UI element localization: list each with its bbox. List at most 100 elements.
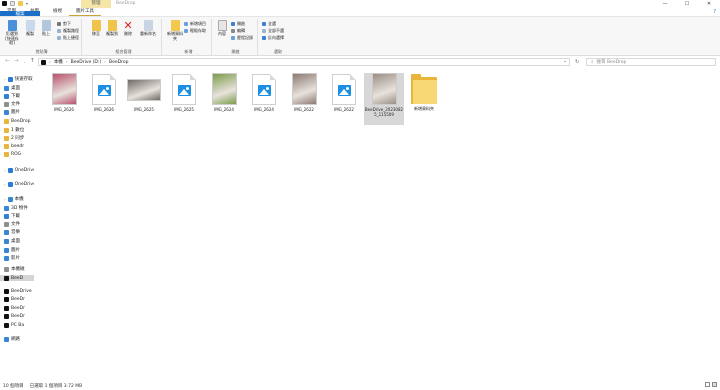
select-all-icon	[262, 21, 266, 26]
breadcrumb-drive[interactable]: BeeDrive (D:)	[71, 60, 102, 65]
file-item[interactable]: IMG_2626	[84, 73, 124, 121]
breadcrumb-beedrop[interactable]: BeeDrop	[109, 60, 128, 65]
file-item[interactable]: IMG_2625	[164, 73, 204, 121]
file-name: IMG_2626	[54, 107, 74, 112]
nav-item[interactable]: BeeDr	[4, 313, 25, 319]
expand-chevron-icon[interactable]: ›	[4, 182, 6, 187]
file-item[interactable]: BeeDrive_20230825_115509	[364, 73, 404, 125]
nav-item-label: OneDrive	[14, 167, 34, 173]
file-item[interactable]: IMG_2622	[324, 73, 364, 121]
invert-selection-button[interactable]: 反向選擇	[262, 35, 284, 40]
file-item[interactable]: IMG_2625	[124, 73, 164, 121]
back-arrow-icon[interactable]: ←	[5, 58, 10, 64]
expand-chevron-icon[interactable]: ›	[4, 77, 6, 82]
nav-item[interactable]: BeeDrive	[4, 288, 32, 294]
nav-item-label: 影片	[11, 256, 20, 261]
title-bar: ▾ 管理 BeeDrop — ☐ ✕	[0, 0, 720, 8]
nav-item[interactable]: beedr	[4, 143, 24, 149]
organize-group: 移至 複製到 ✕ 刪除 重新命名 組合管理	[86, 19, 162, 55]
nav-item[interactable]: 2 同步	[4, 135, 24, 141]
nav-item[interactable]: BeeDr	[4, 305, 25, 311]
nav-item[interactable]: 圖片	[4, 247, 20, 253]
new-folder-icon[interactable]	[18, 1, 23, 6]
address-dropdown-icon[interactable]: ⌄	[563, 59, 567, 64]
pin-quick-access-button[interactable]: 釘選到[快速存取]	[4, 20, 20, 46]
recent-locations-icon[interactable]: ⌄	[23, 59, 26, 64]
nav-item[interactable]: › 快速存取	[4, 76, 33, 82]
move-to-button[interactable]: 移至	[88, 20, 104, 37]
nav-item[interactable]: 圖片	[4, 109, 20, 115]
up-arrow-icon[interactable]: ↑	[30, 58, 35, 64]
easy-access-label: 輕鬆存取	[190, 27, 206, 33]
close-button[interactable]: ✕	[698, 0, 720, 8]
select-all-button[interactable]: 全選	[262, 21, 276, 26]
maximize-button[interactable]: ☐	[676, 0, 698, 8]
help-icon[interactable]: ?	[713, 9, 716, 15]
nav-item[interactable]: 文件	[4, 221, 20, 227]
large-icons-view-icon[interactable]	[712, 382, 717, 387]
nav-item[interactable]: 本機磁	[4, 266, 25, 272]
invert-selection-label: 反向選擇	[268, 34, 284, 40]
cut-button[interactable]: 剪下	[57, 21, 71, 26]
refresh-icon[interactable]: ↻	[575, 59, 579, 65]
open-button[interactable]: 開啟	[231, 21, 245, 26]
copy-to-button[interactable]: 複製到	[104, 20, 120, 37]
history-button[interactable]: 歷程記錄	[231, 35, 253, 40]
nav-item[interactable]: › OneDrive	[4, 167, 34, 173]
new-item-button[interactable]: 新增項目	[184, 21, 206, 26]
paste-button[interactable]: 貼上	[38, 20, 54, 37]
details-view-icon[interactable]	[705, 382, 710, 387]
nav-item[interactable]: ROG	[4, 151, 21, 157]
tab-view[interactable]: 檢視	[46, 8, 69, 16]
file-item[interactable]: IMG_2622	[284, 73, 324, 121]
nav-item[interactable]: › OneDrive	[4, 181, 34, 187]
nav-item-label: 下載	[11, 94, 20, 99]
properties-icon[interactable]	[10, 1, 15, 6]
nav-item[interactable]: 桌面	[4, 85, 20, 91]
customize-qat-icon[interactable]: ▾	[26, 1, 28, 6]
delete-button[interactable]: ✕ 刪除	[120, 20, 136, 37]
nav-item[interactable]: BeeDrop	[4, 118, 30, 124]
file-item[interactable]: IMG_2626	[44, 73, 84, 121]
nav-item[interactable]: 音樂	[4, 229, 20, 235]
nav-item[interactable]: 3D 物件	[4, 205, 28, 211]
nav-item[interactable]: 下載	[4, 213, 20, 219]
folder-item[interactable]: 新增資料夾	[404, 73, 444, 121]
nav-item[interactable]: 文件	[4, 101, 20, 107]
nav-item[interactable]: 影片	[4, 255, 20, 261]
paste-shortcut-button[interactable]: 貼上捷徑	[57, 35, 79, 40]
search-box[interactable]: ⌕ 搜尋 BeeDrop	[586, 58, 716, 66]
search-icon: ⌕	[591, 60, 594, 65]
minimize-button[interactable]: —	[654, 0, 676, 8]
rename-button[interactable]: 重新命名	[138, 20, 158, 37]
expand-chevron-icon[interactable]: ›	[4, 197, 6, 202]
forward-arrow-icon[interactable]: →	[14, 58, 19, 64]
nav-item-icon	[4, 205, 9, 211]
paste-label: 貼上	[42, 31, 50, 36]
properties-button[interactable]: 內容	[214, 20, 230, 37]
nav-item[interactable]: 桌面	[4, 238, 20, 244]
address-bar[interactable]: › 本機 › BeeDrive (D:) › BeeDrop ⌄	[38, 58, 570, 66]
new-folder-button[interactable]: 新增資料夾	[166, 20, 184, 41]
organize-group-label: 組合管理	[115, 49, 132, 54]
nav-item[interactable]: 下載	[4, 93, 20, 99]
nav-item[interactable]: PC Ba	[4, 322, 24, 328]
breadcrumb-this-pc[interactable]: 本機	[54, 59, 63, 65]
easy-access-button[interactable]: 輕鬆存取	[184, 28, 206, 33]
copy-button[interactable]: 複製	[22, 20, 38, 37]
nav-item[interactable]: 1 數位	[4, 127, 24, 133]
nav-item[interactable]: BeeDr	[4, 296, 25, 302]
expand-chevron-icon[interactable]: ›	[4, 168, 6, 173]
nav-item[interactable]: BeeD	[0, 275, 34, 281]
nav-item[interactable]: › 本機	[4, 196, 24, 202]
tab-picture-tools[interactable]: 圖片工具	[69, 8, 101, 16]
manage-context-tab[interactable]: 管理	[81, 0, 111, 8]
file-item[interactable]: IMG_2624	[244, 73, 284, 121]
copy-path-button[interactable]: 複製路徑	[57, 28, 79, 33]
select-none-button[interactable]: 全部不選	[262, 28, 284, 33]
nav-item-label: 本機磁	[11, 267, 25, 272]
nav-item[interactable]: 網路	[4, 336, 20, 342]
file-item[interactable]: IMG_2624	[204, 73, 244, 121]
invert-selection-icon	[262, 35, 266, 40]
edit-button[interactable]: 編輯	[231, 28, 245, 33]
